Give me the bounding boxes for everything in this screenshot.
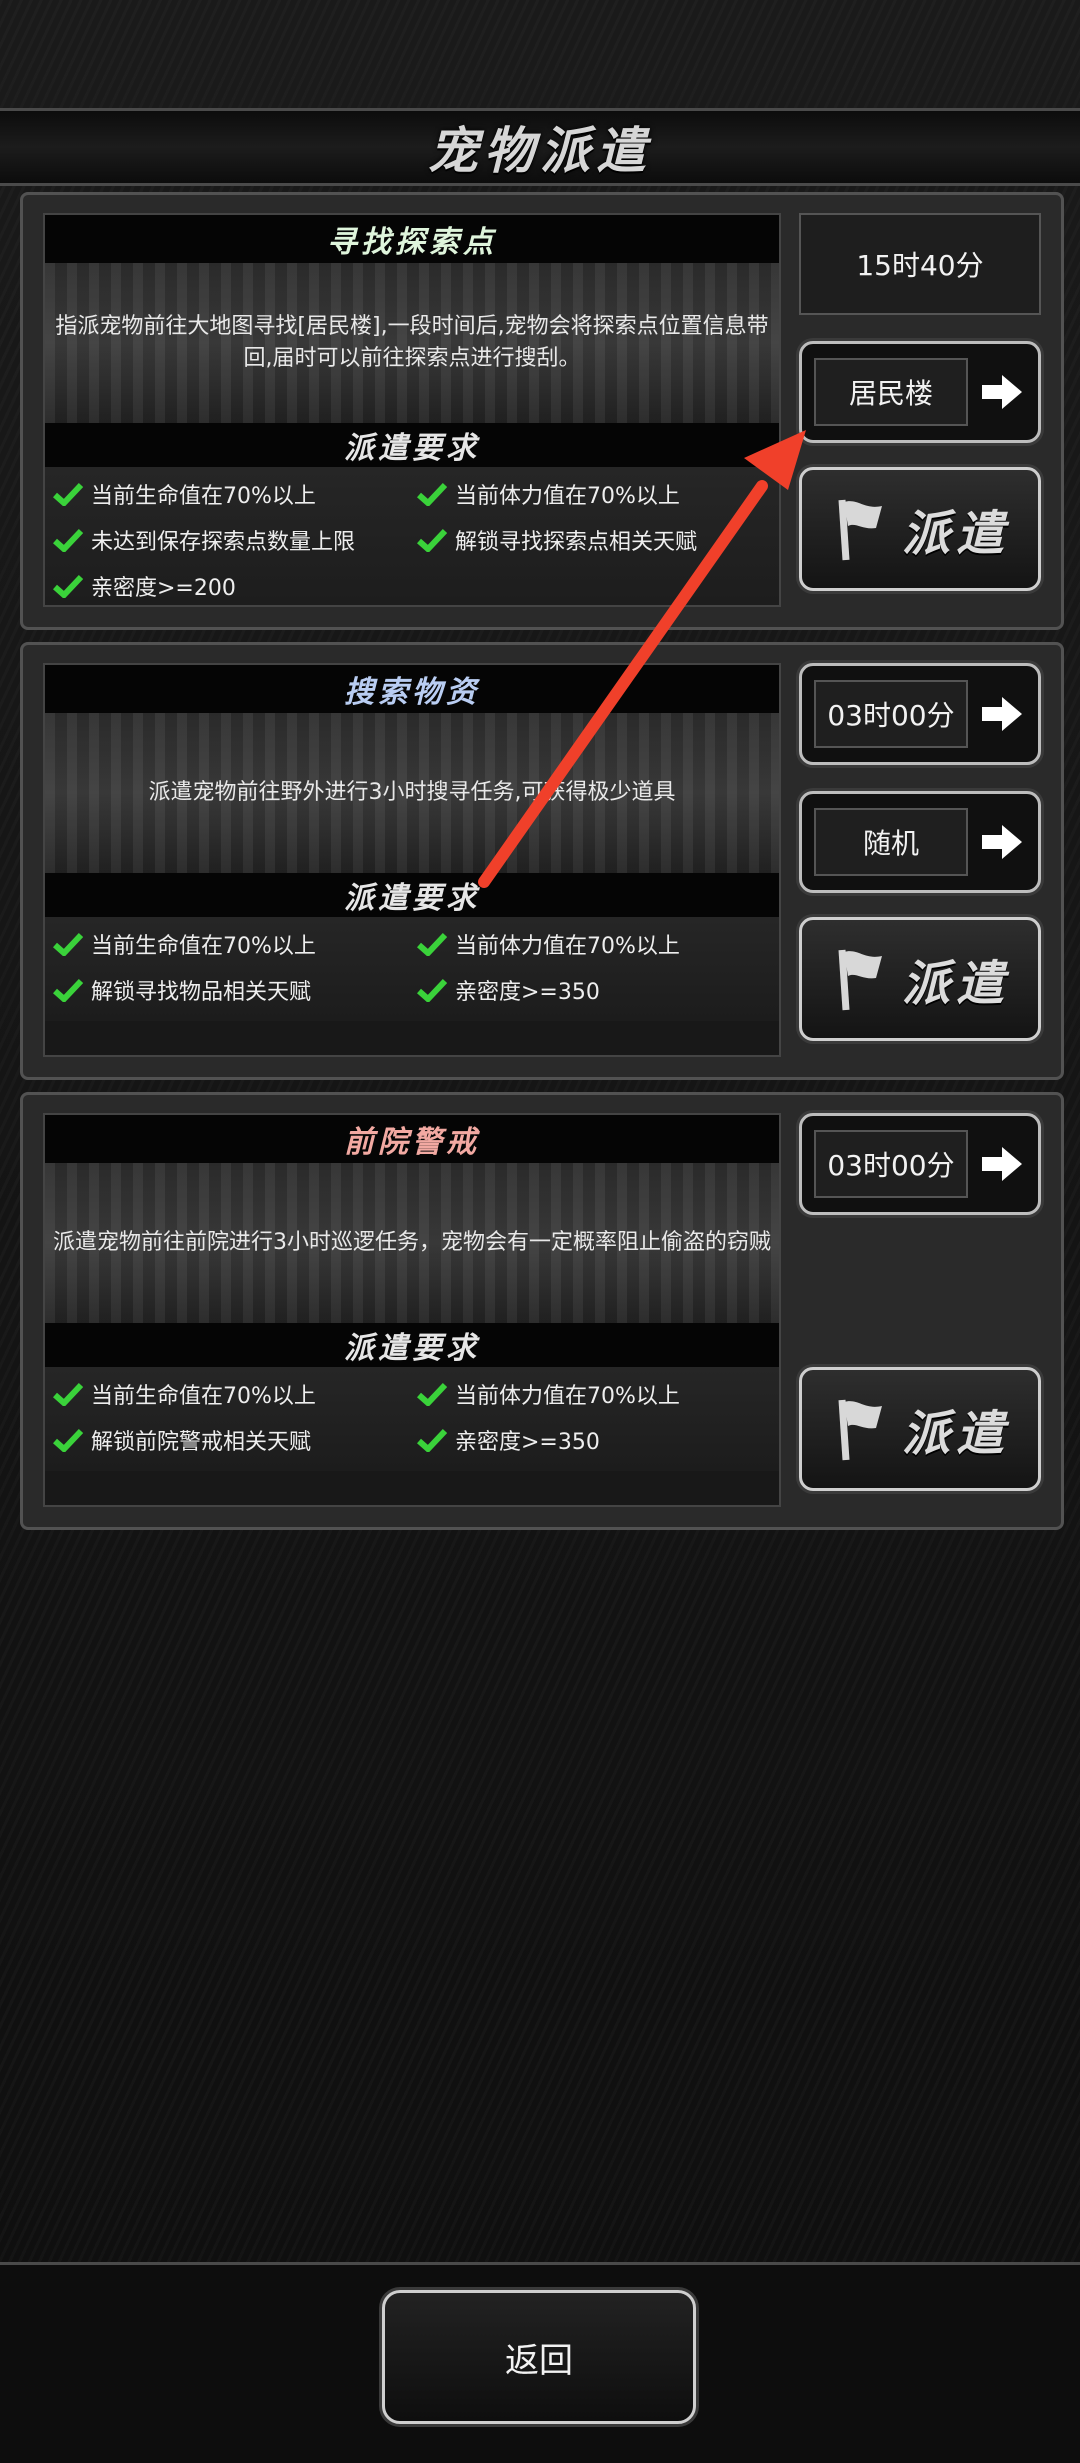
check-icon — [417, 482, 447, 506]
check-icon — [53, 1382, 83, 1406]
selector-value: 随机 — [814, 808, 968, 876]
arrow-right-icon — [982, 697, 1022, 731]
requirement-item: 解锁寻找物品相关天赋 — [45, 967, 409, 1013]
mission-title: 搜索物资 — [45, 665, 779, 713]
requirements-list: 当前生命值在70%以上 当前体力值在70%以上 解锁前院警戒相关天赋 亲密度>=… — [45, 1367, 779, 1471]
requirements-title: 派遣要求 — [45, 873, 779, 917]
requirements-title: 派遣要求 — [45, 423, 779, 467]
duration-selector[interactable]: 03时00分 — [799, 663, 1041, 765]
mission-info: 搜索物资 派遣宠物前往野外进行3小时搜寻任务,可获得极少道具 派遣要求 当前生命… — [43, 663, 781, 1057]
check-icon — [417, 1382, 447, 1406]
mission-controls: 03时00分 派遣 — [799, 1113, 1041, 1491]
requirement-item: 亲密度>=350 — [409, 967, 773, 1013]
page-title: 宠物派遣 — [428, 122, 652, 180]
mission-info: 寻找探索点 指派宠物前往大地图寻找[居民楼],一段时间后,宠物会将探索点位置信息… — [43, 213, 781, 607]
check-icon — [53, 528, 83, 552]
dispatch-label: 派遣 — [901, 506, 1010, 562]
arrow-right-icon — [982, 825, 1022, 859]
check-icon — [53, 482, 83, 506]
flag-icon — [838, 949, 882, 1011]
requirement-item: 解锁寻找探索点相关天赋 — [409, 517, 773, 563]
requirement-item: 当前生命值在70%以上 — [45, 921, 409, 967]
location-selector[interactable]: 居民楼 — [799, 341, 1041, 443]
duration-selector[interactable]: 03时00分 — [799, 1113, 1041, 1215]
mission-panel-explore: 寻找探索点 指派宠物前往大地图寻找[居民楼],一段时间后,宠物会将探索点位置信息… — [20, 192, 1064, 630]
selector-value: 03时00分 — [814, 1130, 968, 1198]
back-button[interactable]: 返回 — [382, 2290, 696, 2424]
requirement-item: 当前生命值在70%以上 — [45, 1371, 409, 1417]
requirement-item: 解锁前院警戒相关天赋 — [45, 1417, 409, 1463]
mission-controls: 03时00分 随机 派遣 — [799, 663, 1041, 1041]
requirement-item: 亲密度>=200 — [45, 563, 409, 605]
mission-title: 前院警戒 — [45, 1115, 779, 1163]
requirement-item: 当前体力值在70%以上 — [409, 471, 773, 517]
mission-description: 派遣宠物前往前院进行3小时巡逻任务，宠物会有一定概率阻止偷盗的窃贼 — [45, 1163, 779, 1323]
mission-panel-guard: 前院警戒 派遣宠物前往前院进行3小时巡逻任务，宠物会有一定概率阻止偷盗的窃贼 派… — [20, 1092, 1064, 1530]
dispatch-button[interactable]: 派遣 — [799, 917, 1041, 1041]
check-icon — [417, 932, 447, 956]
arrow-right-icon — [982, 375, 1022, 409]
mission-title: 寻找探索点 — [45, 215, 779, 263]
check-icon — [53, 1428, 83, 1452]
mission-controls: 15时40分 居民楼 派遣 — [799, 213, 1041, 591]
requirement-item: 亲密度>=350 — [409, 1417, 773, 1463]
requirement-item: 当前体力值在70%以上 — [409, 1371, 773, 1417]
requirement-item: 当前生命值在70%以上 — [45, 471, 409, 517]
requirement-item: 未达到保存探索点数量上限 — [45, 517, 409, 563]
title-bar: 宠物派遣 — [0, 108, 1080, 186]
dispatch-button[interactable]: 派遣 — [799, 1367, 1041, 1491]
mission-description: 指派宠物前往大地图寻找[居民楼],一段时间后,宠物会将探索点位置信息带回,届时可… — [45, 263, 779, 423]
check-icon — [53, 932, 83, 956]
requirement-item: 当前体力值在70%以上 — [409, 921, 773, 967]
flag-icon — [838, 1399, 882, 1461]
selector-value: 03时00分 — [814, 680, 968, 748]
requirements-list: 当前生命值在70%以上 当前体力值在70%以上 解锁寻找物品相关天赋 亲密度>=… — [45, 917, 779, 1021]
mission-panel-supplies: 搜索物资 派遣宠物前往野外进行3小时搜寻任务,可获得极少道具 派遣要求 当前生命… — [20, 642, 1064, 1080]
check-icon — [417, 978, 447, 1002]
check-icon — [53, 978, 83, 1002]
dispatch-label: 派遣 — [901, 1406, 1010, 1462]
mission-description: 派遣宠物前往野外进行3小时搜寻任务,可获得极少道具 — [45, 713, 779, 873]
check-icon — [417, 528, 447, 552]
requirements-title: 派遣要求 — [45, 1323, 779, 1367]
timer-display: 15时40分 — [799, 213, 1041, 315]
selector-value: 居民楼 — [814, 358, 968, 426]
requirements-list: 当前生命值在70%以上 当前体力值在70%以上 未达到保存探索点数量上限 解锁寻… — [45, 467, 779, 605]
flag-icon — [838, 499, 882, 561]
arrow-right-icon — [982, 1147, 1022, 1181]
location-selector[interactable]: 随机 — [799, 791, 1041, 893]
check-icon — [417, 1428, 447, 1452]
dispatch-label: 派遣 — [901, 956, 1010, 1012]
dispatch-button[interactable]: 派遣 — [799, 467, 1041, 591]
mission-info: 前院警戒 派遣宠物前往前院进行3小时巡逻任务，宠物会有一定概率阻止偷盗的窃贼 派… — [43, 1113, 781, 1507]
check-icon — [53, 574, 83, 598]
